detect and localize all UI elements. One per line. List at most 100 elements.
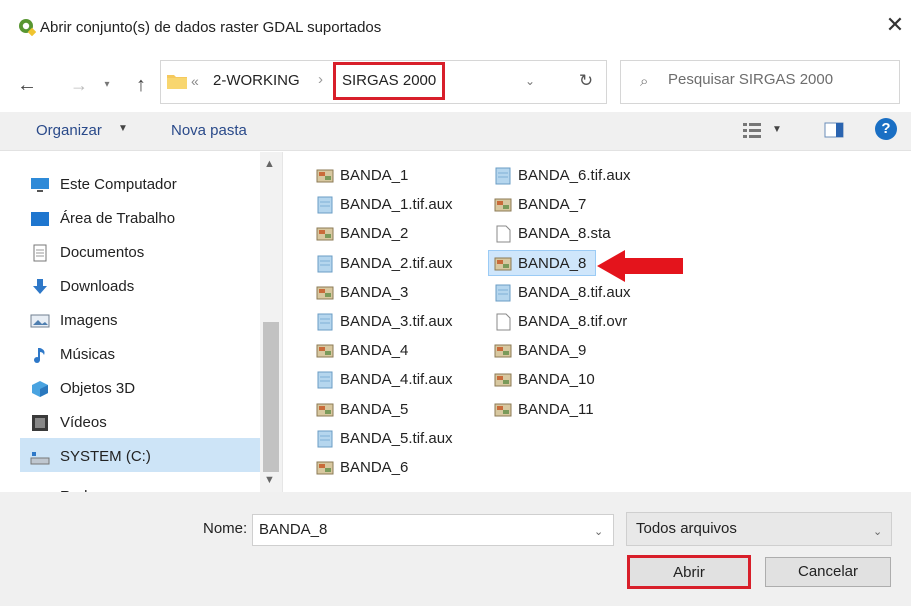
sidebar-item-label: Documentos <box>60 244 145 261</box>
new-folder-button[interactable]: Nova pasta <box>171 122 247 139</box>
window-title: Abrir conjunto(s) de dados raster GDAL s… <box>40 19 382 36</box>
file-name: BANDA_8.tif.ovr <box>518 313 628 330</box>
drive-icon <box>30 452 50 465</box>
cancel-button-label[interactable]: Cancelar <box>765 563 891 580</box>
raster-image-icon <box>494 342 512 360</box>
download-icon <box>33 279 47 294</box>
chevron-down-icon[interactable]: ⌄ <box>873 525 882 538</box>
sidebar-item-label: Área de Trabalho <box>60 210 176 227</box>
close-icon[interactable]: ✕ <box>884 14 906 36</box>
cube-icon <box>32 381 48 397</box>
file-name: BANDA_4.tif.aux <box>340 371 453 388</box>
aux-file-icon <box>494 167 512 185</box>
back-arrow-icon[interactable]: ← <box>16 74 38 96</box>
file-name: BANDA_3 <box>340 284 409 301</box>
raster-image-icon <box>494 255 512 273</box>
raster-image-icon <box>316 459 334 477</box>
desktop-icon <box>31 212 49 226</box>
raster-image-icon <box>316 342 334 360</box>
sidebar-item-musicas[interactable]: Músicas <box>30 340 260 370</box>
sidebar-item-label: Vídeos <box>60 414 107 431</box>
sidebar-item-area-de-trabalho[interactable]: Área de Trabalho <box>30 204 260 234</box>
dialog-footer <box>0 492 911 606</box>
sidebar-item-objetos-3d[interactable]: Objetos 3D <box>30 374 260 404</box>
up-arrow-icon[interactable]: ↑ <box>130 74 152 96</box>
sidebar-item-label: Este Computador <box>60 176 177 193</box>
scroll-up-icon[interactable]: ▲ <box>264 158 275 170</box>
chevron-down-icon[interactable]: ⌄ <box>594 525 603 538</box>
file-name: BANDA_8 <box>518 255 587 272</box>
qgis-icon <box>19 19 36 36</box>
raster-image-icon <box>316 401 334 419</box>
file-name: BANDA_8.sta <box>518 225 611 242</box>
preview-pane-icon[interactable] <box>824 122 844 138</box>
sidebar-item-imagens[interactable]: Imagens <box>30 306 260 336</box>
blank-file-icon <box>494 313 512 331</box>
help-icon[interactable]: ? <box>875 118 897 140</box>
sidebar-item-label: Objetos 3D <box>60 380 136 397</box>
address-dropdown-icon[interactable]: ⌄ <box>525 74 535 88</box>
raster-image-icon <box>494 196 512 214</box>
search-icon: ⌕ <box>640 73 649 90</box>
search-placeholder: Pesquisar SIRGAS 2000 <box>668 71 834 88</box>
computer-icon <box>31 178 49 192</box>
file-name: BANDA_8.tif.aux <box>518 284 631 301</box>
file-name: BANDA_4 <box>340 342 409 359</box>
sidebar-item-este-computador[interactable]: Este Computador <box>30 170 260 200</box>
sidebar-item-videos[interactable]: Vídeos <box>30 408 260 438</box>
filename-label: Nome: <box>203 520 248 537</box>
breadcrumb-parent[interactable]: 2-WORKING <box>213 72 300 89</box>
caret-down-icon[interactable]: ▼ <box>772 124 782 135</box>
file-name: BANDA_2.tif.aux <box>340 255 453 272</box>
scroll-down-icon[interactable]: ▼ <box>264 474 275 486</box>
file-name: BANDA_7 <box>518 196 587 213</box>
raster-image-icon <box>494 401 512 419</box>
organize-menu-button[interactable]: Organizar <box>36 122 102 139</box>
file-name: BANDA_11 <box>518 401 594 418</box>
pane-divider[interactable] <box>282 152 283 492</box>
breadcrumb-separator-icon[interactable]: › <box>318 71 323 88</box>
file-name: BANDA_5.tif.aux <box>340 430 453 447</box>
raster-image-icon <box>494 371 512 389</box>
sidebar-item-label: Músicas <box>60 346 116 363</box>
sidebar-item-downloads[interactable]: Downloads <box>30 272 260 302</box>
music-icon <box>34 348 45 363</box>
aux-file-icon <box>316 430 334 448</box>
file-name: BANDA_6 <box>340 459 409 476</box>
aux-file-icon <box>316 255 334 273</box>
raster-image-icon <box>316 225 334 243</box>
refresh-icon[interactable]: ↻ <box>573 68 599 94</box>
file-type-value[interactable]: Todos arquivos <box>636 520 737 537</box>
filename-value[interactable]: BANDA_8 <box>259 521 327 538</box>
pictures-icon <box>30 314 50 328</box>
raster-image-icon <box>316 284 334 302</box>
aux-file-icon <box>316 196 334 214</box>
red-arrow-annotation <box>597 250 683 282</box>
sidebar-item-system-c[interactable]: SYSTEM (C:) <box>30 442 260 472</box>
file-name: BANDA_9 <box>518 342 587 359</box>
aux-file-icon <box>316 371 334 389</box>
breadcrumb-overflow-icon[interactable]: « <box>191 73 199 89</box>
aux-file-icon <box>494 284 512 302</box>
sidebar-item-label: Downloads <box>60 278 135 295</box>
sidebar-item-documentos[interactable]: Documentos <box>30 238 260 268</box>
folder-icon <box>167 75 187 89</box>
view-options-icon[interactable] <box>742 120 762 140</box>
file-name: BANDA_6.tif.aux <box>518 167 631 184</box>
documents-icon <box>33 244 47 262</box>
file-name: BANDA_3.tif.aux <box>340 313 453 330</box>
video-icon <box>32 415 48 431</box>
file-name: BANDA_10 <box>518 371 595 388</box>
recent-locations-icon[interactable]: ▾ <box>100 76 114 94</box>
caret-down-icon[interactable]: ▼ <box>118 123 128 134</box>
file-name: BANDA_1 <box>340 167 409 184</box>
breadcrumb-current[interactable]: SIRGAS 2000 <box>342 72 436 89</box>
sidebar-scrollbar-thumb[interactable] <box>263 322 279 472</box>
forward-arrow-icon[interactable]: → <box>68 74 90 96</box>
file-name: BANDA_1.tif.aux <box>340 196 453 213</box>
blank-file-icon <box>494 225 512 243</box>
file-name: BANDA_2 <box>340 225 409 242</box>
file-name: BANDA_5 <box>340 401 409 418</box>
sidebar-item-label: Imagens <box>60 312 118 329</box>
open-button-label[interactable]: Abrir <box>627 564 751 581</box>
